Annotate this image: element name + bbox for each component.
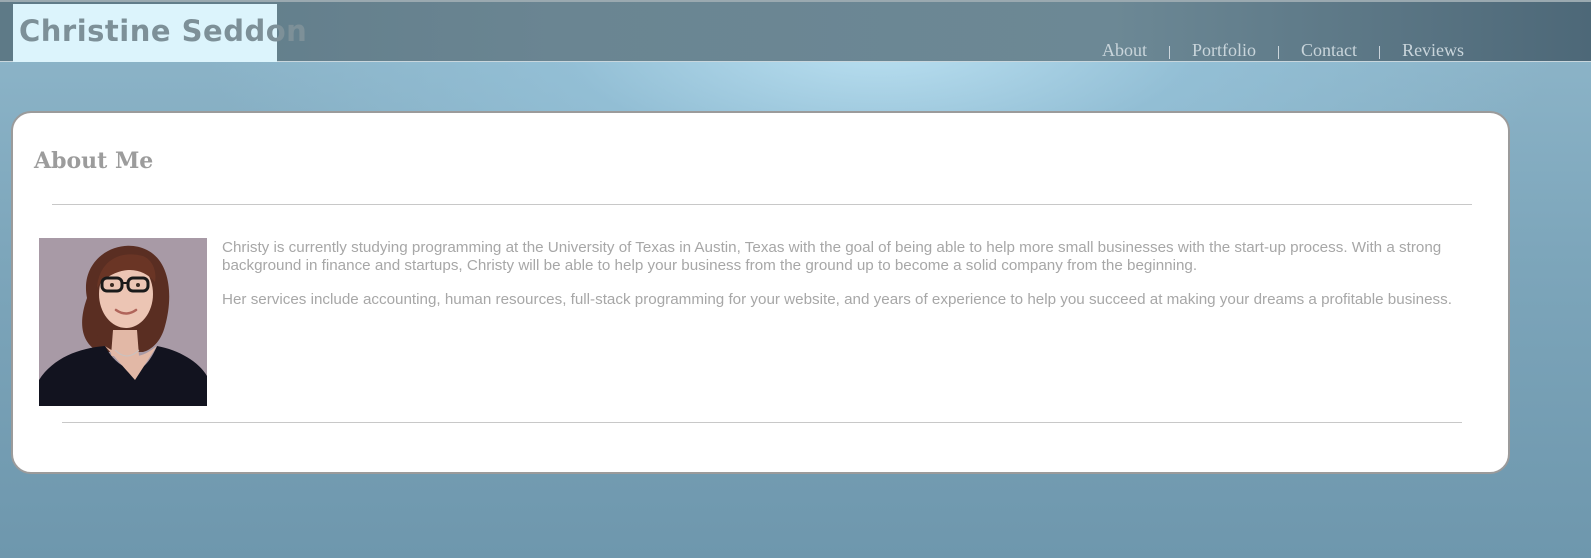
header-bar: Christine Seddon About | Portfolio | Con… bbox=[0, 0, 1591, 62]
nav-separator: | bbox=[1168, 44, 1172, 60]
nav-link-about[interactable]: About bbox=[1102, 40, 1147, 61]
main-nav: About | Portfolio | Contact | Reviews bbox=[1102, 40, 1464, 61]
profile-photo bbox=[39, 238, 207, 406]
about-heading: About Me bbox=[34, 148, 154, 174]
nav-link-contact[interactable]: Contact bbox=[1301, 40, 1357, 61]
nav-link-reviews[interactable]: Reviews bbox=[1402, 40, 1464, 61]
bio-paragraph: Christy is currently studying programmin… bbox=[222, 239, 1442, 274]
bio-text: Christy is currently studying programmin… bbox=[222, 239, 1507, 325]
portrait-illustration bbox=[39, 238, 207, 406]
nav-separator: | bbox=[1378, 44, 1382, 60]
site-logo[interactable]: Christine Seddon bbox=[13, 4, 307, 62]
divider-top bbox=[52, 204, 1472, 205]
nav-separator: | bbox=[1277, 44, 1281, 60]
bio-paragraph: Her services include accounting, human r… bbox=[222, 291, 1452, 308]
nav-link-portfolio[interactable]: Portfolio bbox=[1192, 40, 1256, 61]
about-card: About Me Christy is currently studying p… bbox=[11, 111, 1510, 474]
divider-bottom bbox=[62, 422, 1462, 423]
